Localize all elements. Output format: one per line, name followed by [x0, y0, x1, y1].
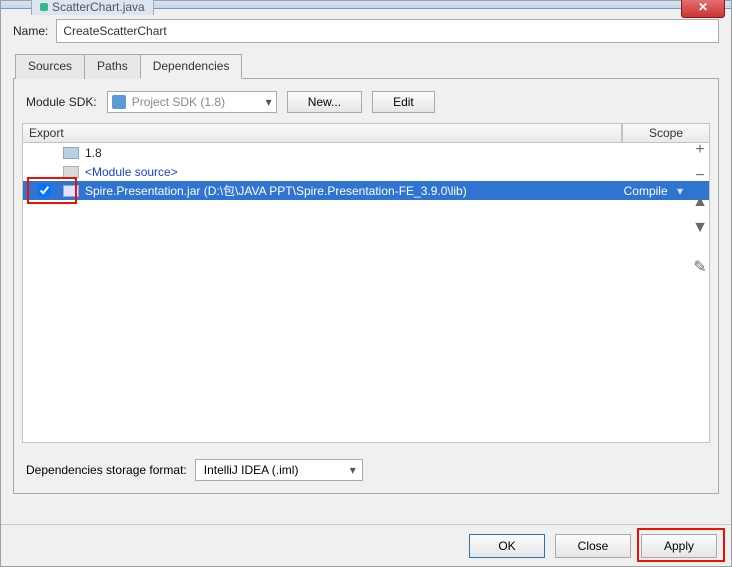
- dep-label: <Module source>: [85, 165, 178, 179]
- remove-dependency-button[interactable]: −: [691, 167, 709, 185]
- storage-format-label: Dependencies storage format:: [26, 463, 187, 477]
- tab-paths[interactable]: Paths: [84, 54, 141, 79]
- table-header: Export Scope: [22, 123, 710, 143]
- dependency-toolbar: + − ▲ ▼ ✎: [688, 141, 712, 277]
- close-icon: ✕: [698, 0, 708, 14]
- jar-icon: [63, 185, 79, 197]
- dep-label: 1.8: [85, 146, 102, 160]
- ok-button[interactable]: OK: [469, 534, 545, 558]
- chevron-down-icon: ▾: [677, 184, 683, 198]
- table-row-jar-selected[interactable]: Spire.Presentation.jar (D:\包\JAVA PPT\Sp…: [23, 181, 709, 200]
- scope-value: Compile: [624, 184, 668, 198]
- sdk-new-button[interactable]: New...: [287, 91, 362, 113]
- table-body: 1.8 <Module source> Spire.Presentation.j…: [22, 143, 710, 443]
- module-tabs: Sources Paths Dependencies: [13, 53, 719, 79]
- editor-tab-stub[interactable]: ScatterChart.java: [31, 0, 154, 15]
- source-folder-icon: [63, 166, 79, 178]
- col-export[interactable]: Export: [22, 123, 622, 143]
- move-down-button[interactable]: ▼: [691, 219, 709, 237]
- folder-icon: [63, 147, 79, 159]
- apply-button[interactable]: Apply: [641, 534, 717, 558]
- table-row-module-source[interactable]: <Module source>: [23, 162, 709, 181]
- dialog-footer: OK Close Apply: [1, 524, 731, 566]
- tab-dependencies[interactable]: Dependencies: [140, 54, 243, 79]
- tab-sources[interactable]: Sources: [15, 54, 85, 79]
- editor-tab-label: ScatterChart.java: [52, 0, 145, 14]
- storage-format-value: IntelliJ IDEA (.iml): [204, 463, 299, 477]
- col-scope[interactable]: Scope: [622, 123, 710, 143]
- add-dependency-button[interactable]: +: [691, 141, 709, 159]
- storage-format-row: Dependencies storage format: IntelliJ ID…: [26, 459, 363, 481]
- edit-dependency-button[interactable]: ✎: [691, 259, 709, 277]
- jdk-icon: [112, 95, 126, 109]
- storage-format-combo[interactable]: IntelliJ IDEA (.iml) ▾: [195, 459, 363, 481]
- window-close-button[interactable]: ✕: [681, 0, 725, 18]
- name-label: Name:: [13, 24, 48, 38]
- sdk-edit-button[interactable]: Edit: [372, 91, 435, 113]
- file-type-icon: [40, 3, 48, 11]
- chevron-down-icon: ▾: [266, 95, 272, 109]
- table-row-jdk[interactable]: 1.8: [23, 143, 709, 162]
- close-button[interactable]: Close: [555, 534, 631, 558]
- dependencies-table: Export Scope 1.8 <Module source>: [22, 123, 710, 443]
- module-sdk-combo[interactable]: Project SDK (1.8) ▾: [107, 91, 277, 113]
- chevron-down-icon: ▾: [350, 463, 356, 477]
- module-sdk-value: Project SDK (1.8): [132, 95, 266, 109]
- move-up-button[interactable]: ▲: [691, 193, 709, 211]
- module-sdk-label: Module SDK:: [26, 95, 97, 109]
- module-name-input[interactable]: [56, 19, 719, 43]
- dep-label: Spire.Presentation.jar (D:\包\JAVA PPT\Sp…: [85, 182, 467, 199]
- dependencies-panel: Module SDK: Project SDK (1.8) ▾ New... E…: [13, 79, 719, 494]
- export-checkbox[interactable]: [38, 184, 51, 197]
- window-titlebar-strip: ScatterChart.java ✕: [1, 1, 731, 9]
